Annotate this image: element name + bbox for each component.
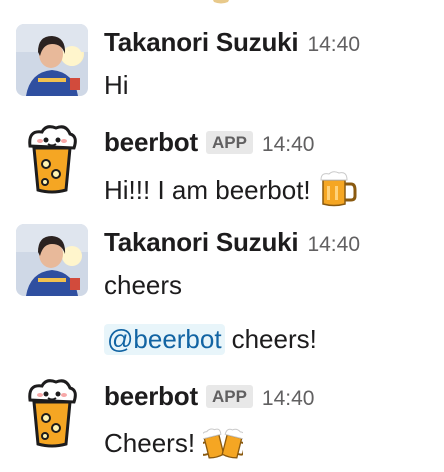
message-text: Hi xyxy=(104,70,129,101)
author-name[interactable]: beerbot xyxy=(104,127,198,158)
message-text: cheers xyxy=(104,270,182,301)
message-followup: @beerbot cheers! xyxy=(104,324,317,355)
user-photo-icon xyxy=(16,24,88,96)
app-badge: APP xyxy=(205,385,253,408)
author-name[interactable]: beerbot xyxy=(104,381,198,412)
timestamp[interactable]: 14:40 xyxy=(262,133,315,157)
clinking-beer-mugs-icon xyxy=(199,424,246,467)
timestamp[interactable]: 14:40 xyxy=(307,233,360,257)
beerbot-avatar[interactable] xyxy=(16,378,88,450)
user-photo-icon xyxy=(16,224,88,296)
user-avatar[interactable] xyxy=(16,24,88,96)
beer-mug-bot-icon xyxy=(16,124,88,196)
mention-link[interactable]: @beerbot xyxy=(104,324,225,355)
user-avatar[interactable] xyxy=(16,224,88,296)
message-body: Hi!!! I am beerbot! xyxy=(104,175,311,205)
timestamp[interactable]: 14:40 xyxy=(307,33,360,57)
beer-mug-bot-icon xyxy=(16,378,88,450)
message-body: Cheers! xyxy=(104,428,196,458)
message-text: Hi!!! I am beerbot! xyxy=(104,168,357,213)
app-badge: APP xyxy=(205,131,253,154)
message-body: cheers xyxy=(104,270,183,300)
beer-mug-icon xyxy=(319,170,357,215)
message-text: Cheers! xyxy=(104,422,246,467)
beerbot-avatar[interactable] xyxy=(16,124,88,196)
cropped-emoji-icon xyxy=(213,0,229,4)
author-name[interactable]: Takanori Suzuki xyxy=(104,27,299,58)
message-body: Hi xyxy=(104,70,129,100)
message-body: cheers! xyxy=(231,324,317,354)
author-name[interactable]: Takanori Suzuki xyxy=(104,227,299,258)
timestamp[interactable]: 14:40 xyxy=(262,387,315,411)
